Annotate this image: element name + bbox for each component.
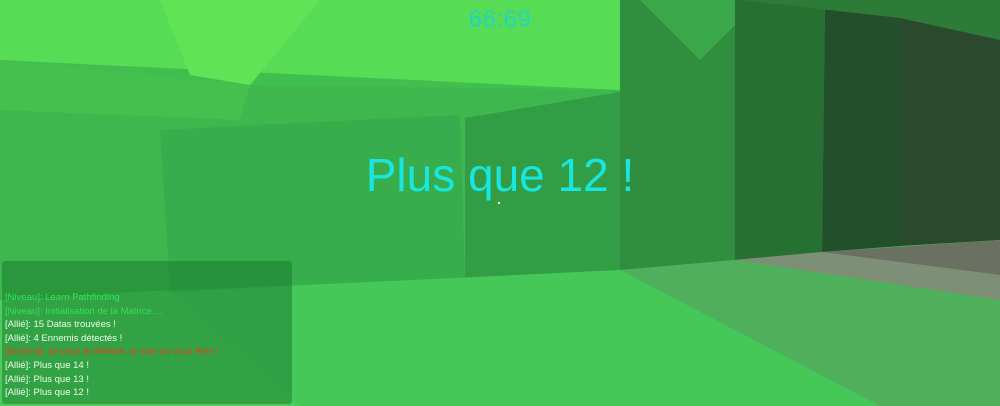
center-message: Plus que 12 ! — [365, 149, 635, 201]
log-line-5: [Allié]: Plus que 14 ! — [5, 359, 89, 371]
right-wall-4 — [900, 0, 1000, 246]
right-wall-2 — [735, 0, 825, 260]
game-viewport: 66:69 Plus que 12 ! [Niveau]: Learn Path… — [0, 0, 1000, 406]
timer: 66:69 — [468, 6, 532, 33]
log-line-7: [Allié]: Plus que 12 ! — [5, 387, 89, 399]
right-wall-3 — [822, 0, 900, 252]
right-wall-1 — [620, 0, 740, 270]
log-line-3: [Allié]: 4 Ennemis détectés ! — [5, 332, 123, 344]
log-line-2: [Allié]: 15 Datas trouvées ! — [5, 319, 116, 331]
log-line-4: [Ennemi]: Je vous ai détecté, je sais où… — [5, 346, 219, 358]
log-line-0: [Niveau]: Learn Pathfinding — [5, 292, 120, 303]
message-log-panel: [Niveau]: Learn Pathfinding [Niveau]: In… — [2, 261, 292, 404]
crosshair — [498, 202, 500, 204]
log-line-6: [Allié]: Plus que 13 ! — [5, 373, 89, 385]
log-line-1: [Niveau]: Initialisation de la Matrice .… — [5, 305, 163, 317]
